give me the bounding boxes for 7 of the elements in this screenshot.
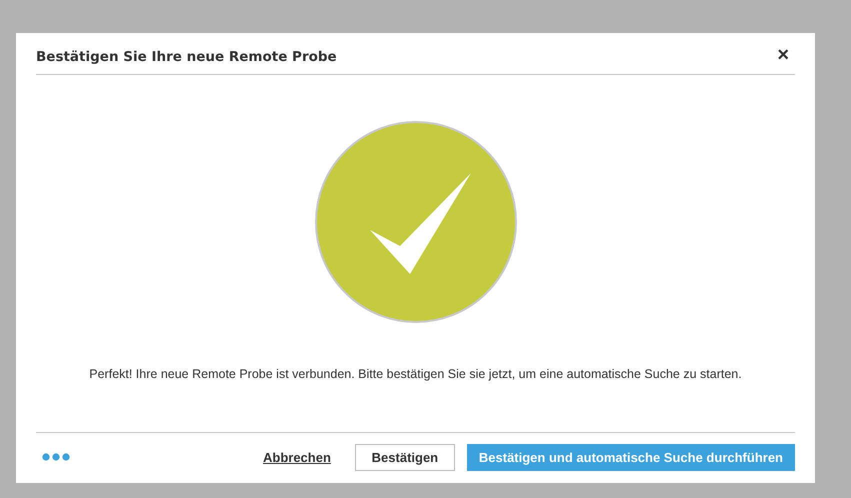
confirm-button[interactable]: Bestätigen [354,444,455,470]
success-checkmark-icon [314,121,516,323]
close-button[interactable]: × [771,40,795,67]
cancel-link[interactable]: Abbrechen [262,444,331,470]
status-message: Perfekt! Ihre neue Remote Probe ist verbunden. Bitte bestätigen Sie sie jetzt, um eine automatische Suche zu starten. [89,367,742,381]
dialog-title: Bestätigen Sie Ihre neue Remote Probe [36,48,337,64]
more-options-icon[interactable] [42,453,70,461]
